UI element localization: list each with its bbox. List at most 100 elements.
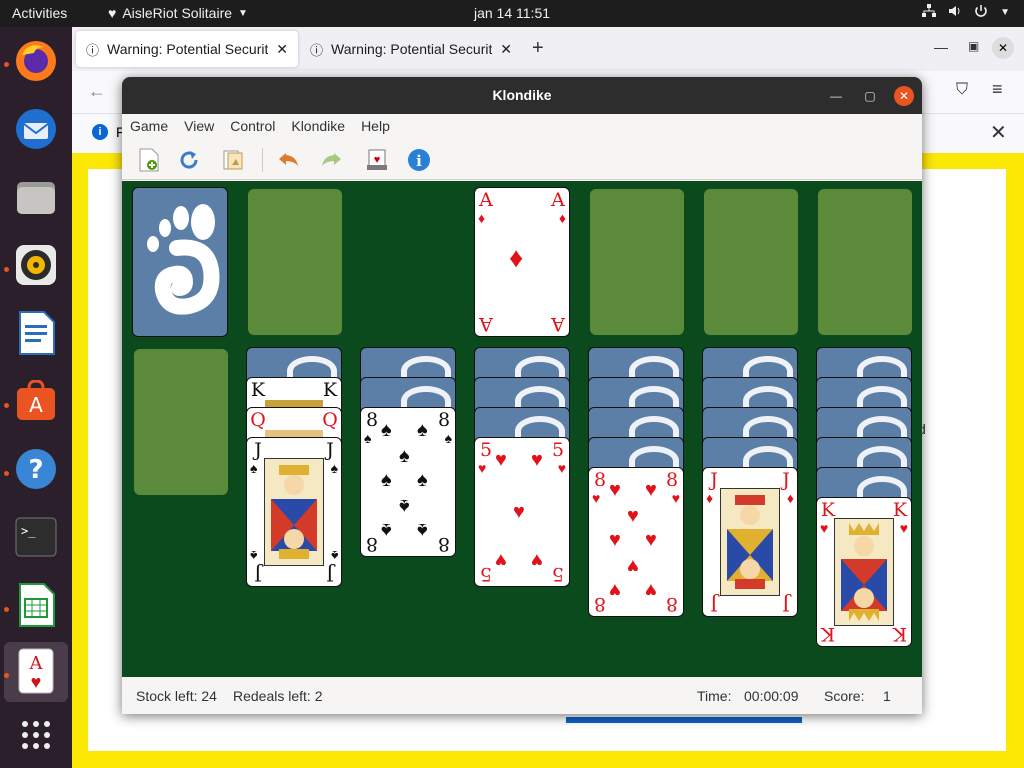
help-icon[interactable]: ? [12, 445, 60, 493]
undo-icon[interactable] [276, 147, 302, 173]
window-title-bar: Klondike — ▢ ✕ [122, 77, 922, 114]
card-rank: 8 [365, 409, 379, 431]
foundation-pile[interactable] [704, 189, 798, 335]
spade-icon: ♠ [381, 519, 392, 541]
foundation-pile[interactable]: A ♦ A ♦ ♦ A A [474, 187, 570, 337]
browser-tab[interactable]: ⓘ Warning: Potential Security Risk Ahead… [300, 31, 522, 67]
rhythmbox-icon[interactable] [12, 241, 60, 289]
tableau-pile[interactable] [134, 349, 228, 495]
time-value: 00:00:09 [744, 688, 799, 704]
heart-icon: ♥ [609, 579, 621, 601]
svg-text:A: A [29, 653, 44, 674]
menu-view[interactable]: View [184, 114, 222, 140]
card-rank: A [479, 313, 493, 335]
aisleriot-icon[interactable]: A ♥ [12, 647, 60, 695]
minimize-icon[interactable]: — [934, 39, 948, 55]
svg-text:♥: ♥ [31, 672, 42, 692]
card-five-hearts[interactable]: 5 ♥ 5 ♥ ♥ ♥ ♥ ♥ ♥ 5 5 [474, 437, 570, 587]
system-tray[interactable]: ▼ [922, 4, 1010, 21]
heart-icon: ♥ [592, 490, 601, 506]
card-rank: Q [322, 409, 338, 431]
writer-icon[interactable] [12, 309, 60, 357]
page-button[interactable] [566, 717, 802, 723]
spade-icon: ♠ [444, 430, 452, 446]
foundation-pile[interactable] [590, 189, 684, 335]
jack-portrait [264, 458, 324, 566]
spade-icon: ♠ [364, 430, 372, 446]
card-king-hearts[interactable]: K ♥ K ♥ K K [816, 497, 912, 647]
foundation-pile[interactable] [818, 189, 912, 335]
close-icon[interactable]: ✕ [990, 120, 1007, 145]
card-eight-hearts[interactable]: 8 ♥ 8 ♥ ♥ ♥ ♥ ♥ ♥ ♥ ♥ ♥ 8 8 [588, 467, 684, 617]
back-icon[interactable]: ← [88, 81, 106, 102]
running-indicator [4, 267, 9, 272]
card-eight-spades[interactable]: 8 ♠ 8 ♠ ♠ ♠ ♠ ♠ ♠ ♠ ♠ ♠ 8 8 [360, 407, 456, 557]
about-icon[interactable]: i [406, 147, 432, 173]
card-rank: 8 [437, 533, 451, 555]
running-indicator [4, 62, 9, 67]
software-icon[interactable]: A [12, 377, 60, 425]
card-rank: A [551, 189, 565, 211]
terminal-icon[interactable]: >_ [12, 513, 60, 561]
show-apps-icon[interactable] [12, 711, 60, 759]
spade-icon: ♠ [250, 460, 258, 476]
klondike-window: Klondike — ▢ ✕ Game View Control Klondik… [122, 77, 922, 714]
card-rank: 8 [665, 593, 679, 615]
spade-icon: ♠ [381, 419, 392, 441]
close-icon[interactable]: ✕ [500, 41, 512, 58]
heart-icon: ♥ [513, 501, 525, 523]
menu-bar: Game View Control Klondike Help [122, 114, 922, 140]
card-rank: J [710, 469, 718, 491]
files-icon[interactable] [12, 173, 60, 221]
calc-icon[interactable] [12, 581, 60, 629]
spade-icon: ♠ [399, 495, 410, 517]
king-portrait [834, 518, 894, 626]
close-button[interactable]: ✕ [894, 86, 914, 106]
spade-icon: ♠ [381, 469, 392, 491]
diamond-icon: ♦ [509, 242, 524, 273]
hint-icon[interactable]: ♥ [364, 147, 390, 173]
close-icon[interactable]: ✕ [276, 41, 288, 58]
redo-icon[interactable] [318, 147, 344, 173]
game-table: A ♦ A ♦ ♦ A A K K Q Q J ♠ J ♠ ♠ J ♠ J 8 … [122, 181, 922, 677]
menu-help[interactable]: Help [361, 114, 398, 140]
select-game-icon[interactable] [220, 147, 246, 173]
status-bar: Stock left: 24 Redeals left: 2 Time: 00:… [122, 677, 922, 714]
heart-icon: ♥ [671, 490, 680, 506]
menu-icon[interactable]: ≡ [992, 79, 1003, 100]
card-rank: 8 [365, 533, 379, 555]
heart-icon: ♥ [531, 449, 543, 471]
heart-icon: ♥ [627, 505, 639, 527]
thunderbird-icon[interactable] [12, 105, 60, 153]
redeals-left-label: Redeals left: 2 [233, 688, 323, 704]
close-icon[interactable]: ✕ [992, 37, 1014, 59]
restart-icon[interactable] [176, 147, 202, 173]
minimize-button[interactable]: — [826, 86, 846, 106]
card-rank: J [782, 593, 790, 615]
network-icon [922, 4, 937, 21]
card-rank: 8 [665, 469, 679, 491]
firefox-icon[interactable] [12, 37, 60, 85]
maximize-icon[interactable]: ▣ [968, 39, 979, 53]
power-icon [974, 4, 988, 21]
info-icon: ⓘ [86, 42, 100, 58]
card-jack-spades[interactable]: J ♠ J ♠ ♠ J ♠ J [246, 437, 342, 587]
menu-control[interactable]: Control [230, 114, 283, 140]
waste-pile[interactable] [248, 189, 342, 335]
top-bar: Activities ♥ AisleRiot Solitaire ▼ jan 1… [0, 0, 1024, 27]
dock: A ? >_ A ♥ [0, 27, 72, 768]
card-jack-diamonds[interactable]: J ♦ J ♦ J J [702, 467, 798, 617]
browser-tab[interactable]: ⓘ Warning: Potential Security Risk Ahead… [76, 31, 298, 67]
menu-klondike[interactable]: Klondike [291, 114, 353, 140]
new-game-icon[interactable] [136, 147, 162, 173]
toolbar: ♥ i [122, 140, 922, 180]
pocket-icon[interactable]: ⛉ [956, 81, 968, 99]
menu-game[interactable]: Game [130, 114, 176, 140]
clock[interactable]: jan 14 11:51 [0, 5, 1024, 21]
stock-pile[interactable] [132, 187, 228, 337]
gnome-logo-icon [137, 192, 223, 332]
maximize-button[interactable]: ▢ [860, 86, 880, 106]
new-tab-icon[interactable]: + [532, 37, 544, 60]
svg-text:♥: ♥ [374, 154, 381, 166]
card-rank: K [322, 379, 338, 401]
